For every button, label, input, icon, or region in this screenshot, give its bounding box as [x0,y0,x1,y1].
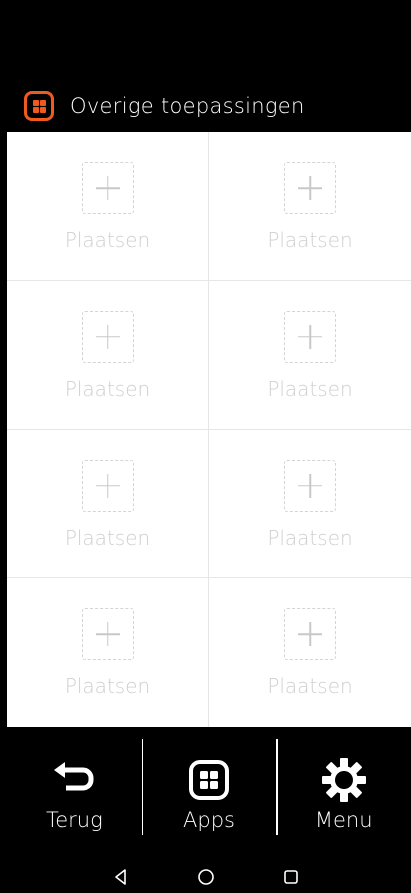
system-nav-bar [0,861,411,893]
app-slot[interactable]: Plaatsen [7,429,209,579]
app-slot[interactable]: Plaatsen [7,132,209,281]
app-slot-grid: Plaatsen Plaatsen Plaatsen Plaatsen Plaa… [7,132,411,727]
apps-button[interactable]: Apps [141,727,277,861]
apps-grid-icon [24,91,54,121]
app-slot-label: Plaatsen [64,525,151,550]
status-bar [0,0,411,80]
square-recents-icon[interactable] [281,867,301,887]
plus-icon [81,162,134,214]
app-header: Overige toepassingen [0,80,411,132]
apps-grid-icon [189,760,229,800]
back-label: Terug [45,808,103,832]
apps-label: Apps [183,808,235,832]
page-title: Overige toepassingen [70,94,305,118]
plus-icon [284,459,336,512]
back-button[interactable]: Terug [7,727,142,861]
bottom-nav: Terug Apps Menu [7,727,411,861]
plus-icon [284,162,336,214]
menu-button[interactable]: Menu [276,727,411,861]
app-slot[interactable]: Plaatsen [209,430,411,579]
plus-icon [284,608,336,661]
app-slot-label: Plaatsen [64,376,151,401]
gear-icon [321,758,366,802]
triangle-back-icon[interactable] [111,867,131,887]
app-slot-label: Plaatsen [64,228,151,252]
screen: Overige toepassingen Plaatsen Plaatsen P… [0,0,411,893]
app-slot[interactable]: Plaatsen [209,281,411,430]
app-slot[interactable]: Plaatsen [7,280,209,430]
app-slot[interactable]: Plaatsen [209,132,411,281]
app-slot-label: Plaatsen [267,525,353,550]
app-slot[interactable]: Plaatsen [7,578,209,727]
menu-label: Menu [314,808,373,832]
app-slot-label: Plaatsen [64,674,151,699]
circle-home-icon[interactable] [196,867,216,887]
plus-icon [284,310,336,363]
app-slot[interactable]: Plaatsen [209,578,411,727]
plus-icon [81,459,134,512]
back-arrow-icon [54,762,94,791]
plus-icon [81,310,134,363]
app-slot-label: Plaatsen [267,376,353,401]
app-slot-label: Plaatsen [267,674,353,699]
plus-icon [81,608,134,661]
app-slot-label: Plaatsen [267,228,353,252]
